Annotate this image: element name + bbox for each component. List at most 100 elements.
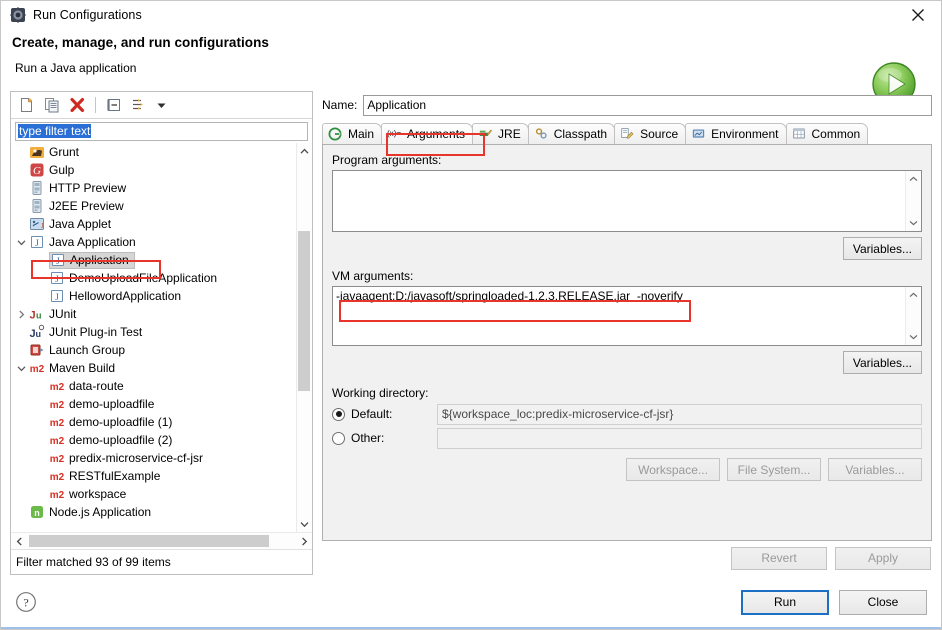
tree-item-java-application[interactable]: J Java Application (11, 233, 297, 251)
tree-row-content: m2 demo-uploadfile (1) (49, 414, 177, 431)
working-directory-default-label[interactable]: Default: (351, 407, 437, 421)
tree-item-demo-uploadfile[interactable]: m2 demo-uploadfile (11, 395, 297, 413)
maven-icon: m2 (29, 360, 45, 376)
vm-args-scroll-down[interactable] (906, 330, 921, 344)
chevron-down-icon (157, 103, 165, 108)
run-configurations-icon (10, 7, 26, 23)
close-button[interactable]: Close (839, 589, 927, 615)
program-args-scroll-up[interactable] (906, 172, 921, 186)
new-launch-configuration-button[interactable] (16, 95, 38, 115)
program-args-scrollbar[interactable] (905, 171, 921, 231)
tab-arguments[interactable]: (x)= Arguments (381, 123, 474, 144)
tree-item-junit[interactable]: Ju JUnit (11, 305, 297, 323)
tree-item-demo-uploadfile-1[interactable]: m2 demo-uploadfile (1) (11, 413, 297, 431)
tree-item-grunt[interactable]: Grunt (11, 143, 297, 161)
delete-configuration-button[interactable] (66, 95, 88, 115)
run-button[interactable]: Run (741, 589, 829, 615)
tab-jre[interactable]: JRE (472, 123, 529, 144)
tree-item-demo-uploadfile-2[interactable]: m2 demo-uploadfile (2) (11, 431, 297, 449)
vm-arguments-textarea[interactable]: -javaagent:D:/javasoft/springloaded-1.2.… (333, 287, 921, 345)
working-directory-other-label[interactable]: Other: (351, 431, 437, 445)
tab-classpath[interactable]: Classpath (527, 123, 616, 144)
tab-main[interactable]: Main (322, 123, 383, 144)
server-icon (32, 199, 42, 213)
tree-item-junit-plug-in-test[interactable]: Ju JUnit Plug-in Test (11, 323, 297, 341)
svg-text:J: J (55, 293, 59, 303)
footer-accent-rule (1, 627, 941, 629)
tree-item-label: predix-microservice-cf-jsr (69, 451, 204, 465)
help-question-icon[interactable]: ? (15, 591, 37, 613)
revert-button[interactable]: Revert (731, 546, 827, 570)
tab-label: Arguments (407, 127, 466, 141)
svg-text:m2: m2 (50, 472, 65, 483)
tree-item-label: Java Applet (49, 217, 112, 231)
tab-common[interactable]: Common (785, 123, 869, 144)
tree-item-j2ee-preview[interactable]: J2EE Preview (11, 197, 297, 215)
tree-item-restfulexample[interactable]: m2 RESTfulExample (11, 467, 297, 485)
program-args-scroll-down[interactable] (906, 216, 921, 230)
filter-configurations-button[interactable] (128, 95, 150, 115)
tree-twisty-down[interactable] (13, 238, 29, 247)
grunt-icon (29, 144, 45, 160)
close-icon (912, 9, 924, 21)
tree-item-predix-microservice-cf-jsr[interactable]: m2 predix-microservice-cf-jsr (11, 449, 297, 467)
duplicate-configuration-button[interactable] (41, 95, 63, 115)
configuration-name-input[interactable] (363, 94, 932, 116)
tree-item-workspace[interactable]: m2 workspace (11, 485, 297, 503)
working-directory-other-radio[interactable] (332, 431, 345, 445)
close-window-button[interactable] (895, 1, 941, 29)
vm-arguments-field[interactable]: -javaagent:D:/javasoft/springloaded-1.2.… (332, 286, 922, 346)
filter-input[interactable]: type filter text (15, 122, 308, 141)
tree-item-gulp[interactable]: G Gulp (11, 161, 297, 179)
scroll-left-button[interactable] (11, 533, 27, 549)
tree-row-content: m2 demo-uploadfile (49, 396, 159, 413)
tree-item-java-applet[interactable]: J Java Applet (11, 215, 297, 233)
maven-icon: m2 (49, 432, 65, 448)
configurations-tree[interactable]: Grunt G Gulp HTTP Preview J2EE Preview J Java … (11, 143, 312, 532)
tree-item-data-route[interactable]: m2 data-route (11, 377, 297, 395)
tree-item-node-js-application[interactable]: n Node.js Application (11, 503, 297, 521)
tree-row-content: m2 data-route (49, 378, 129, 395)
scroll-down-button[interactable] (297, 516, 312, 532)
working-directory-default-radio[interactable] (332, 407, 345, 421)
tree-item-launch-group[interactable]: Launch Group (11, 341, 297, 359)
apply-button[interactable]: Apply (835, 546, 931, 570)
workspace-button[interactable]: Workspace... (626, 458, 720, 481)
wd-variables-button[interactable]: Variables... (828, 458, 922, 481)
nodejs-icon: n (31, 506, 43, 518)
program-arguments-variables-button[interactable]: Variables... (842, 237, 922, 260)
svg-text:J: J (35, 239, 39, 249)
program-arguments-textarea[interactable] (333, 171, 921, 231)
chevron-right-icon (18, 310, 24, 318)
scroll-up-button[interactable] (297, 143, 312, 159)
program-arguments-field[interactable] (332, 170, 922, 232)
tree-hscrollbar-thumb[interactable] (29, 535, 269, 547)
jre-tab-icon (479, 129, 493, 136)
tree-horizontal-scrollbar[interactable] (11, 532, 312, 549)
tree-vertical-scrollbar[interactable] (296, 143, 312, 532)
tree-scrollbar-thumb[interactable] (298, 231, 310, 391)
vm-args-scrollbar[interactable] (905, 287, 921, 345)
vm-args-scroll-up[interactable] (906, 288, 921, 302)
svg-text:?: ? (23, 595, 28, 609)
gulp-icon: G (30, 163, 44, 177)
tab-source[interactable]: Source (614, 123, 687, 144)
junit-icon: Ju (29, 306, 45, 322)
tree-item-http-preview[interactable]: HTTP Preview (11, 179, 297, 197)
tree-item-application[interactable]: J Application (11, 251, 297, 269)
tree-item-hellowordapplication[interactable]: J HellowordApplication (11, 287, 297, 305)
tab-environment[interactable]: Environment (685, 123, 787, 144)
scroll-right-button[interactable] (296, 533, 312, 549)
working-directory-label: Working directory: (332, 386, 429, 400)
tab-label: Classpath (553, 127, 608, 141)
working-directory-other-input[interactable] (437, 427, 922, 449)
tree-item-maven-build[interactable]: m2 Maven Build (11, 359, 297, 377)
vm-arguments-variables-button[interactable]: Variables... (842, 351, 922, 374)
tree-twisty-right[interactable] (13, 310, 29, 319)
collapse-all-button[interactable] (103, 95, 125, 115)
tree-twisty-down[interactable] (13, 364, 29, 373)
view-menu-button[interactable] (153, 95, 169, 115)
tree-item-demouploadfileapplication[interactable]: J DemoUploadFileApplication (11, 269, 297, 287)
file-system-button[interactable]: File System... (727, 458, 821, 481)
svg-text:m2: m2 (30, 364, 45, 375)
